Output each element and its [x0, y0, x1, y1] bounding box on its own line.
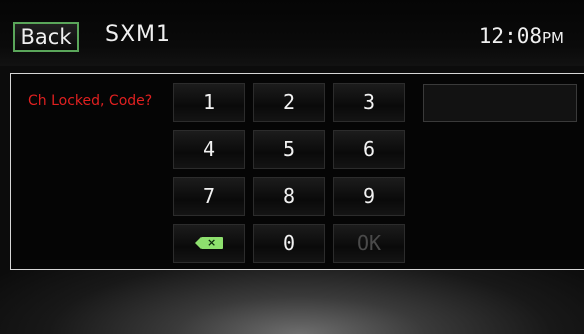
clock: 12:08PM [479, 24, 564, 48]
key-1[interactable]: 1 [173, 83, 245, 122]
clock-time: 12:08 [478, 24, 542, 48]
key-2[interactable]: 2 [253, 83, 325, 122]
clock-ampm: PM [542, 29, 564, 47]
ok-button[interactable]: OK [333, 224, 405, 263]
back-button[interactable]: Back [13, 22, 79, 52]
key-0[interactable]: 0 [253, 224, 325, 263]
key-7[interactable]: 7 [173, 177, 245, 216]
key-8[interactable]: 8 [253, 177, 325, 216]
code-input[interactable] [423, 84, 577, 122]
delete-button[interactable]: × [173, 224, 245, 263]
key-3[interactable]: 3 [333, 83, 405, 122]
source-label: SXM1 [105, 22, 172, 47]
lock-prompt: Ch Locked, Code? [28, 93, 153, 109]
key-4[interactable]: 4 [173, 130, 245, 169]
key-9[interactable]: 9 [333, 177, 405, 216]
top-bar: Back SXM1 12:08PM [0, 0, 584, 66]
backspace-icon: × [195, 236, 223, 249]
key-5[interactable]: 5 [253, 130, 325, 169]
key-6[interactable]: 6 [333, 130, 405, 169]
